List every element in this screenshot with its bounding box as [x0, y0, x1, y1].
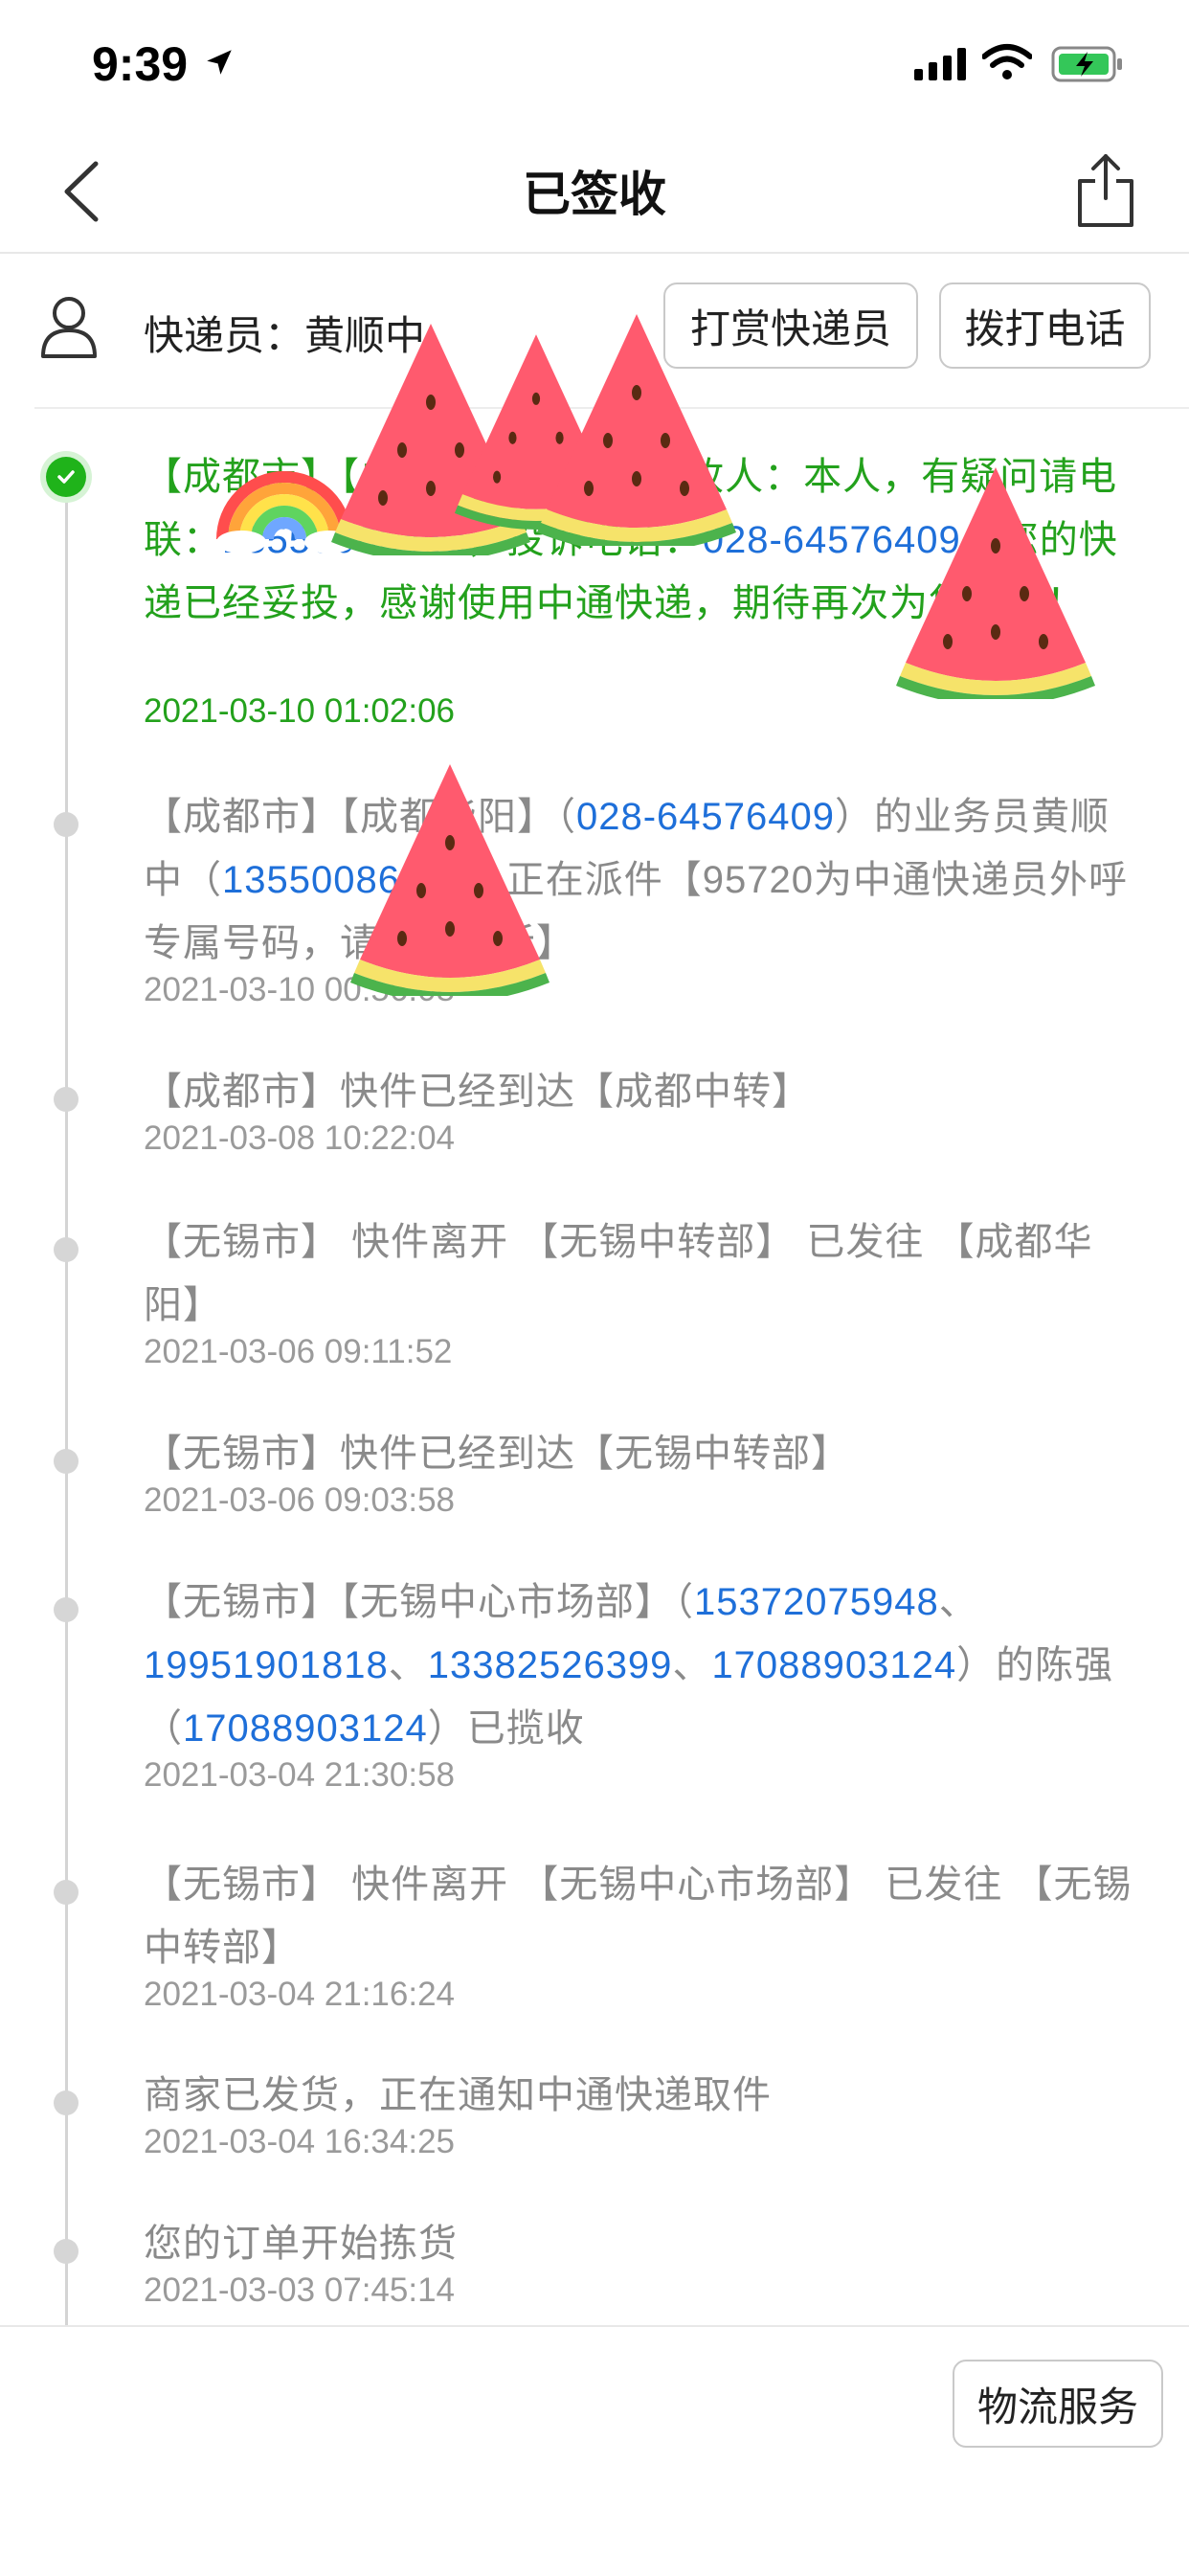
status-time: 9:39 [92, 37, 189, 91]
timeline-time: 2021-03-03 07:45:14 [144, 2271, 455, 2309]
timeline-text: 【成都市】快件已经到达【成都中转】 [144, 1060, 1139, 1123]
text-part: 【无锡市】 快件离开 【无锡中转部】 已发往 【成都华阳】 [144, 1221, 1093, 1326]
timeline-time: 2021-03-06 09:11:52 [144, 1333, 453, 1370]
checkmark-icon [46, 457, 86, 497]
text-part: 【成都市】快件已经到达【成都中转】 [144, 1071, 811, 1113]
timeline-dot [54, 1237, 79, 1262]
text-part: ）已揽收 [427, 1707, 585, 1750]
text-part: 、 [938, 1581, 978, 1623]
timeline-time: 2021-03-06 09:03:58 [144, 1481, 455, 1519]
timeline-dot [54, 2239, 79, 2264]
wifi-icon [982, 44, 1032, 79]
watermelon-sticker [537, 314, 736, 546]
location-arrow-icon [207, 50, 232, 75]
phone-link[interactable]: 028-64576409 [576, 796, 835, 838]
timeline-time: 2021-03-10 01:02:06 [144, 692, 455, 730]
timeline-time: 2021-03-04 16:34:25 [144, 2123, 455, 2160]
phone-link[interactable]: 17088903124 [183, 1707, 428, 1750]
logistics-service-button[interactable]: 物流服务 [953, 2360, 1163, 2448]
watermelon-sticker [350, 764, 550, 996]
phone-link[interactable]: 13382526399 [428, 1644, 673, 1686]
timeline-time: 2021-03-04 21:30:58 [144, 1756, 455, 1794]
timeline-dot [54, 812, 79, 837]
text-part: 【无锡市】【无锡中心市场部】（ [144, 1581, 694, 1623]
bottom-bar: 物流服务 [0, 2325, 1189, 2576]
text-part: 商家已发货，正在通知中通快递取件 [144, 2074, 772, 2116]
timeline-dot [54, 1449, 79, 1474]
phone-link[interactable]: 15372075948 [694, 1581, 939, 1623]
timeline-text: 您的订单开始拣货 [144, 2212, 1139, 2275]
timeline-text: 【无锡市】快件已经到达【无锡中转部】 [144, 1422, 1139, 1485]
text-part: 您的订单开始拣货 [144, 2223, 458, 2265]
courier-avatar-icon [41, 297, 97, 358]
cellular-signal-icon [914, 48, 966, 80]
call-courier-button[interactable]: 拨打电话 [939, 282, 1151, 369]
timeline-time: 2021-03-04 21:16:24 [144, 1976, 455, 2013]
text-part: 、 [672, 1644, 712, 1686]
text-part: 【无锡市】 快件离开 【无锡中心市场部】 已发往 【无锡中转部】 [144, 1864, 1133, 1969]
timeline-dot [54, 1597, 79, 1622]
timeline-dot [54, 1880, 79, 1905]
battery-charging-icon [1051, 46, 1122, 82]
timeline-line [65, 477, 68, 2325]
phone-link[interactable]: 17088903124 [711, 1644, 956, 1686]
watermelon-sticker [896, 467, 1095, 699]
status-bar: 9:39 [0, 0, 1189, 129]
phone-link[interactable]: 19951901818 [144, 1644, 389, 1686]
timeline-text: 【无锡市】 快件离开 【无锡中心市场部】 已发往 【无锡中转部】 [144, 1853, 1139, 1979]
timeline-text: 商家已发货，正在通知中通快递取件 [144, 2064, 1139, 2127]
timeline-text: 【无锡市】【无锡中心市场部】（15372075948、19951901818、1… [144, 1570, 1139, 1760]
text-part: 【无锡市】快件已经到达【无锡中转部】 [144, 1433, 850, 1475]
timeline-text: 【成都市】【成都华阳】（028-64576409）的业务员黄顺中（1355008… [144, 785, 1139, 975]
share-icon[interactable] [1074, 152, 1137, 229]
timeline-text: 【无锡市】 快件离开 【无锡中转部】 已发往 【成都华阳】 [144, 1210, 1139, 1337]
timeline-dot [54, 1087, 79, 1112]
timeline-time: 2021-03-08 10:22:04 [144, 1119, 455, 1157]
text-part: 、 [388, 1644, 428, 1686]
nav-bar: 已签收 [0, 129, 1189, 254]
page-title: 已签收 [523, 168, 666, 221]
timeline-dot [54, 2090, 79, 2115]
